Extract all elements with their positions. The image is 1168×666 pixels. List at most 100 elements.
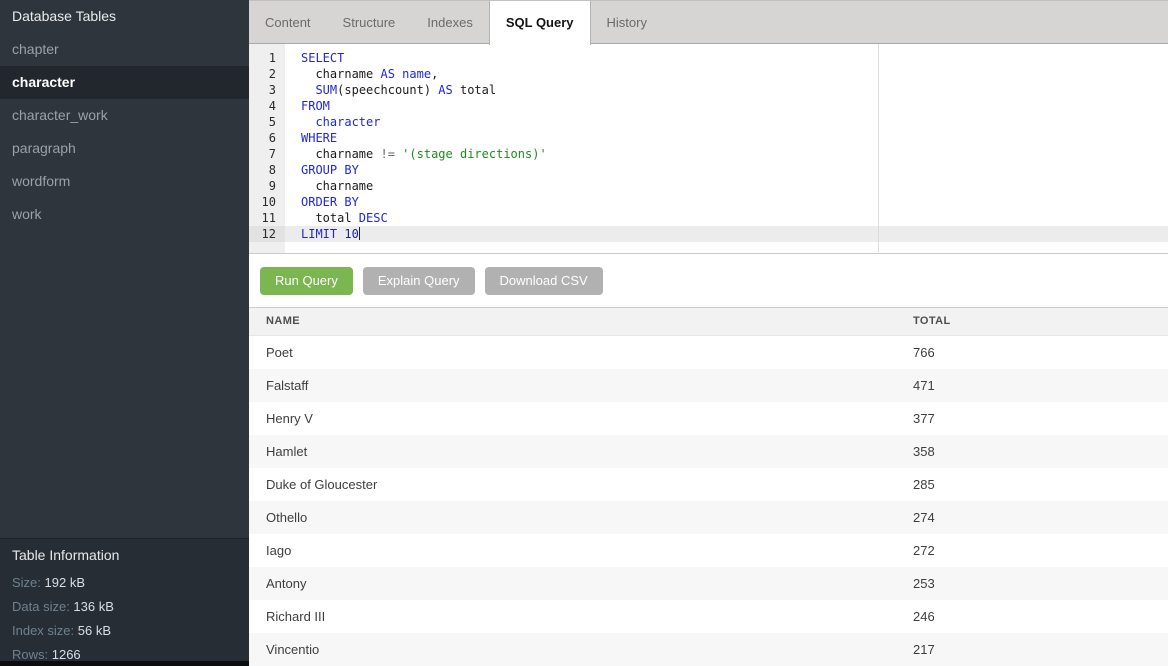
database-app-window: Database Tables chaptercharactercharacte… <box>0 0 1168 666</box>
line-number: 12 <box>249 226 285 242</box>
token-op: != <box>380 147 394 161</box>
table-information-header: Table Information <box>0 545 249 565</box>
token-kw: SUM <box>315 83 337 97</box>
info-value: 1266 <box>52 647 81 662</box>
token-txt: charname <box>301 179 373 193</box>
token-kw: GROUP BY <box>301 163 359 177</box>
run-query-button[interactable]: Run Query <box>260 267 353 295</box>
sidebar-item-wordform[interactable]: wordform <box>0 165 249 198</box>
tab-content[interactable]: Content <box>249 1 327 44</box>
token-kw: FROM <box>301 99 330 113</box>
info-row: Size: 192 kB <box>0 571 249 595</box>
code-text: WHERE <box>285 130 1168 146</box>
results-body: Poet 766Falstaff471Henry V377Hamlet 358Duk… <box>249 336 1168 666</box>
results-table: NAME TOTAL Poet 766Falstaff471Henry V377H… <box>249 307 1168 666</box>
info-row: Index size: 56 kB <box>0 619 249 643</box>
line-number: 9 <box>249 178 285 194</box>
table-row: Henry V377 <box>249 402 1168 435</box>
cell-total: 246 <box>913 600 935 633</box>
tab-structure[interactable]: Structure <box>327 1 412 44</box>
sidebar-item-chapter[interactable]: chapter <box>0 33 249 66</box>
info-label: Index size: <box>12 623 78 638</box>
sql-editor[interactable]: 1SELECT2 charname AS name,3 SUM(speechco… <box>249 44 1168 254</box>
explain-query-button[interactable]: Explain Query <box>363 267 475 295</box>
code-text: ORDER BY <box>285 194 1168 210</box>
tab-sql-query[interactable]: SQL Query <box>489 1 591 45</box>
code-text: charname <box>285 178 1168 194</box>
cell-total: 285 <box>913 468 935 501</box>
table-row: Iago272 <box>249 534 1168 567</box>
code-line[interactable]: 8GROUP BY <box>249 162 1168 178</box>
query-actions: Run Query Explain Query Download CSV <box>249 254 1168 307</box>
line-number: 11 <box>249 210 285 226</box>
table-row: Poet 766 <box>249 336 1168 369</box>
code-line[interactable]: 5 character <box>249 114 1168 130</box>
table-row: Falstaff471 <box>249 369 1168 402</box>
info-value: 136 kB <box>73 599 113 614</box>
line-number: 5 <box>249 114 285 130</box>
code-line[interactable]: 4 FROM <box>249 98 1168 114</box>
download-csv-button[interactable]: Download CSV <box>485 267 603 295</box>
tab-history[interactable]: History <box>591 1 663 44</box>
sidebar-item-work[interactable]: work <box>0 198 249 231</box>
code-line[interactable]: 6WHERE <box>249 130 1168 146</box>
table-row: Antony253 <box>249 567 1168 600</box>
token-kw: SELECT <box>301 51 344 65</box>
code-line[interactable]: 3 SUM(speechcount) AS total <box>249 82 1168 98</box>
table-row: Duke of Gloucester285 <box>249 468 1168 501</box>
table-information-rows: Size: 192 kB Data size: 136 kB Index size:… <box>0 571 249 666</box>
code-text: total DESC <box>285 210 1168 226</box>
cell-name: Henry V <box>266 402 313 435</box>
cell-name: Richard III <box>266 600 325 633</box>
cell-name: Hamlet <box>266 435 307 468</box>
code-text: SUM(speechcount) AS total <box>285 82 1168 98</box>
token-kw: character <box>315 115 380 129</box>
cell-name: Falstaff <box>266 369 308 402</box>
info-value: 56 kB <box>78 623 111 638</box>
token-txt: charname <box>301 67 380 81</box>
table-list: chaptercharactercharacter_workparagraphw… <box>0 33 249 231</box>
results-header-row: NAME TOTAL <box>249 307 1168 336</box>
table-information-panel: Table Information Size: 192 kB Data size:… <box>0 538 249 666</box>
table-row: Othello 274 <box>249 501 1168 534</box>
sidebar-item-paragraph[interactable]: paragraph <box>0 132 249 165</box>
table-row: Vincentio217 <box>249 633 1168 666</box>
code-line[interactable]: 12 LIMIT 10 <box>249 226 1168 242</box>
token-kw: LIMIT <box>301 227 337 241</box>
cell-total: 358 <box>913 435 935 468</box>
tab-indexes[interactable]: Indexes <box>411 1 489 44</box>
line-number: 4 <box>249 98 285 114</box>
token-txt: , <box>431 67 438 81</box>
code-line[interactable]: 1SELECT <box>249 50 1168 66</box>
sidebar-item-character[interactable]: character <box>0 66 249 99</box>
cell-name: Othello <box>266 501 307 534</box>
sidebar-item-character-work[interactable]: character_work <box>0 99 249 132</box>
token-txt: total <box>453 83 496 97</box>
cell-name: Poet <box>266 336 293 369</box>
code-line[interactable]: 2 charname AS name, <box>249 66 1168 82</box>
info-label: Data size: <box>12 599 73 614</box>
cell-total: 766 <box>913 336 935 369</box>
code-line[interactable]: 7 charname != '(stage directions)' <box>249 146 1168 162</box>
token-kw: ORDER BY <box>301 195 359 209</box>
tab-bar: ContentStructureIndexesSQL QueryHistory <box>249 0 1168 44</box>
editor-margin-ruler <box>878 44 879 252</box>
code-text: charname AS name, <box>285 66 1168 82</box>
token-kw: WHERE <box>301 131 337 145</box>
token-str: '(stage directions)' <box>402 147 547 161</box>
info-label: Size: <box>12 575 45 590</box>
database-tables-header: Database Tables <box>0 0 249 33</box>
cell-total: 274 <box>913 501 935 534</box>
token-kw: name <box>402 67 431 81</box>
line-number: 7 <box>249 146 285 162</box>
token-txt <box>301 83 315 97</box>
info-value: 192 kB <box>45 575 85 590</box>
code-line[interactable]: 9 charname <box>249 178 1168 194</box>
token-num: 10 <box>344 227 358 241</box>
code-line[interactable]: 10ORDER BY <box>249 194 1168 210</box>
line-number: 3 <box>249 82 285 98</box>
main-panel: ContentStructureIndexesSQL QueryHistory … <box>249 0 1168 666</box>
cell-name: Antony <box>266 567 306 600</box>
code-line[interactable]: 11 total DESC <box>249 210 1168 226</box>
token-kw: AS <box>438 83 452 97</box>
